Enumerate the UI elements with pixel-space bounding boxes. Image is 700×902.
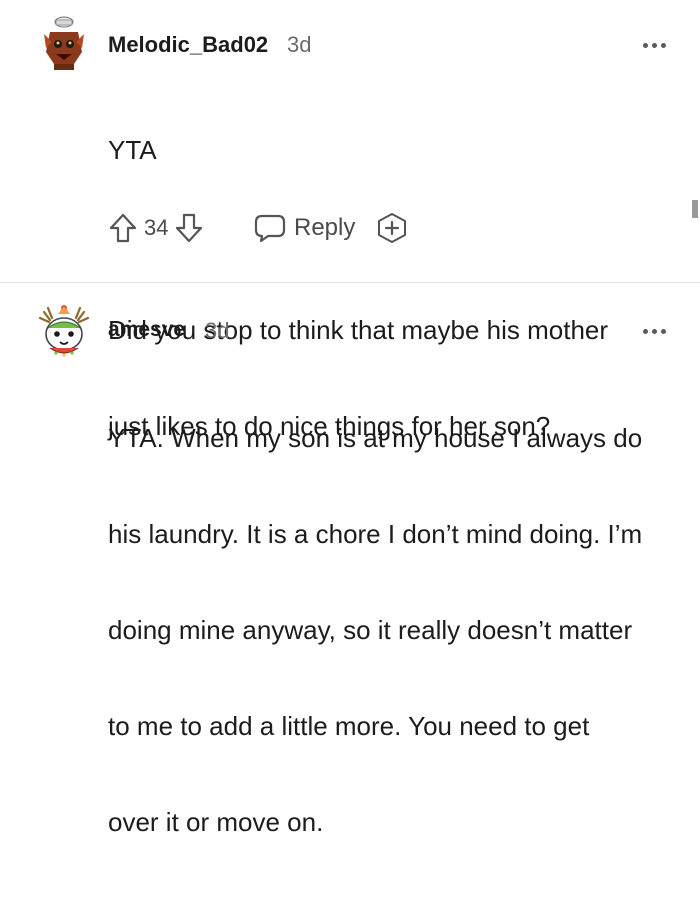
comment-line: YTA (108, 135, 157, 165)
comment-line: doing mine anyway, so it really doesn’t … (108, 615, 633, 645)
avatar[interactable] (36, 302, 92, 362)
more-dots-icon (642, 42, 648, 48)
more-options-button[interactable] (640, 40, 668, 50)
avatar-icon (38, 305, 90, 357)
comment-line: Did you stop to think that maybe his mot… (108, 315, 609, 345)
arrow-up-icon[interactable] (108, 212, 138, 244)
comment-line: his laundry. It is a chore I don’t mind … (108, 519, 643, 549)
comment-divider (0, 282, 700, 283)
username[interactable]: amesve (108, 318, 185, 342)
avatar[interactable] (36, 12, 92, 72)
award-button[interactable] (376, 212, 408, 244)
more-dots-icon (642, 328, 648, 334)
arrow-down-icon[interactable] (174, 212, 204, 244)
vote-group: 34 (108, 210, 204, 246)
timestamp[interactable]: 3d (205, 318, 229, 344)
more-options-button[interactable] (640, 326, 668, 336)
vote-count: 34 (144, 215, 169, 240)
reply-label: Reply (294, 214, 356, 241)
comment-actions: 34 Reply (108, 210, 448, 250)
award-plus-icon (378, 213, 406, 243)
timestamp[interactable]: 3d (287, 32, 311, 58)
speech-bubble-icon (254, 214, 286, 243)
reply-button[interactable]: Reply (254, 210, 355, 246)
comment-line: over it or move on. (108, 807, 324, 837)
username[interactable]: Melodic_Bad02 (108, 32, 268, 58)
comment-line: to me to add a little more. You need to … (108, 711, 590, 741)
avatar-icon (44, 16, 84, 70)
scrollbar-thumb[interactable] (692, 200, 698, 218)
comment-line: YTA. When my son is at my house I always… (108, 423, 643, 453)
comment-body: YTA. When my son is at my house I always… (108, 358, 693, 902)
